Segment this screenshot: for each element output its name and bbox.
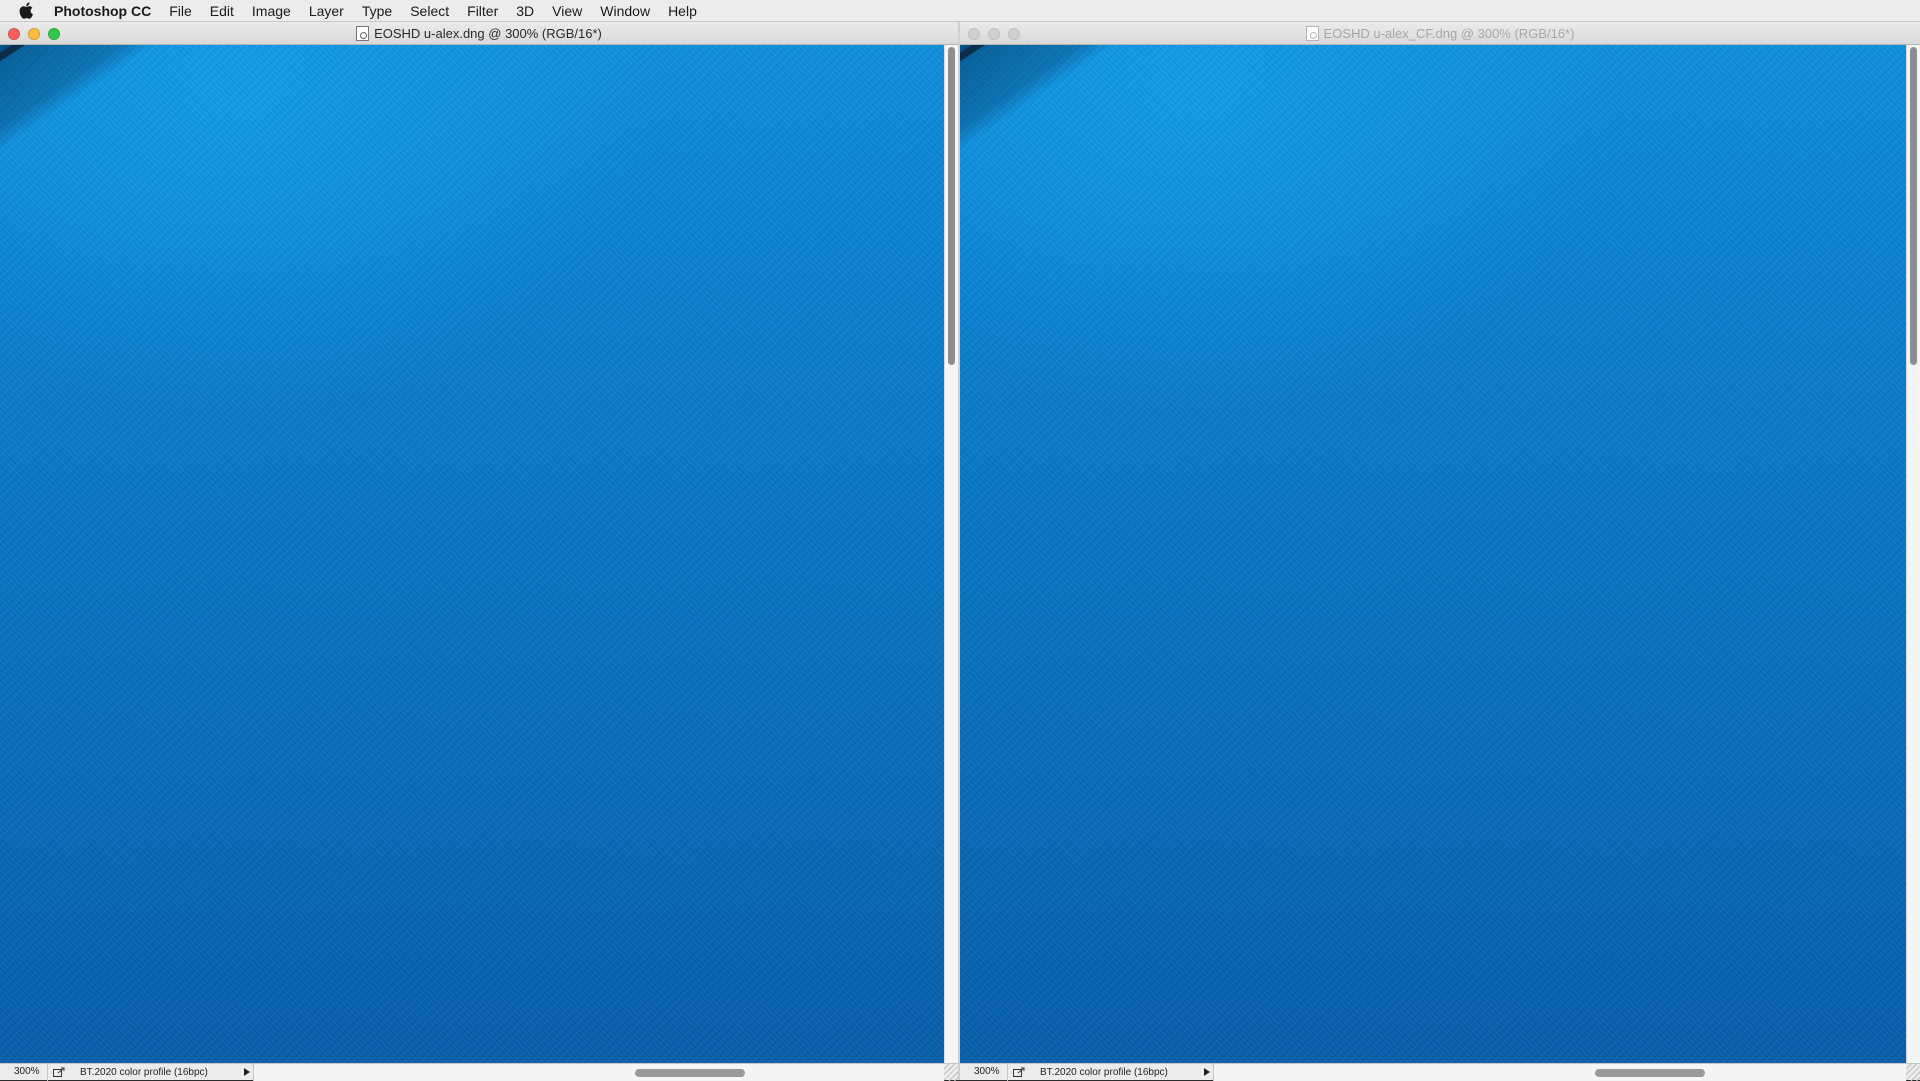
menu-edit[interactable]: Edit [201, 0, 243, 22]
image-canvas[interactable] [960, 45, 1906, 1063]
horizontal-scroll-thumb[interactable] [1595, 1068, 1705, 1077]
color-profile-info: BT.2020 color profile (16bpc) [1040, 1066, 1168, 1078]
horizontal-scroll-thumb[interactable] [635, 1068, 745, 1077]
status-menu-arrow-icon[interactable] [240, 1063, 254, 1081]
image-shadow-region [0, 45, 170, 165]
status-menu-arrow-icon[interactable] [1200, 1063, 1214, 1081]
horizontal-scrollbar[interactable] [254, 1063, 944, 1081]
export-icon[interactable] [48, 1064, 70, 1081]
document-icon [356, 26, 370, 41]
vertical-scrollbar[interactable] [1906, 45, 1920, 1063]
menu-filter[interactable]: Filter [458, 0, 507, 22]
window-title: EOSHD u-alex.dng @ 300% (RGB/16*) [0, 22, 958, 45]
document-icon [1305, 26, 1319, 41]
document-window-right: EOSHD u-alex_CF.dng @ 300% (RGB/16*) 300… [960, 22, 1920, 1081]
menu-window[interactable]: Window [591, 0, 659, 22]
menu-app-name[interactable]: Photoshop CC [52, 0, 160, 22]
status-bar: 300% BT.2020 color profile (16bpc) [0, 1063, 958, 1081]
status-bar: 300% BT.2020 color profile (16bpc) [960, 1063, 1920, 1081]
menu-help[interactable]: Help [659, 0, 706, 22]
image-shadow-region [960, 45, 1130, 165]
window-title: EOSHD u-alex_CF.dng @ 300% (RGB/16*) [960, 22, 1920, 45]
window-titlebar[interactable]: EOSHD u-alex.dng @ 300% (RGB/16*) [0, 22, 958, 45]
export-icon[interactable] [1008, 1064, 1030, 1081]
zoom-level[interactable]: 300% [0, 1063, 48, 1081]
menu-select[interactable]: Select [401, 0, 458, 22]
document-window-left: EOSHD u-alex.dng @ 300% (RGB/16*) 300% B… [0, 22, 958, 1081]
vertical-scroll-thumb[interactable] [1910, 47, 1917, 365]
menu-layer[interactable]: Layer [300, 0, 353, 22]
window-title-text: EOSHD u-alex.dng @ 300% (RGB/16*) [374, 26, 602, 41]
window-titlebar[interactable]: EOSHD u-alex_CF.dng @ 300% (RGB/16*) [960, 22, 1920, 45]
menu-image[interactable]: Image [243, 0, 300, 22]
window-title-text: EOSHD u-alex_CF.dng @ 300% (RGB/16*) [1323, 26, 1575, 41]
vertical-scroll-thumb[interactable] [948, 47, 955, 365]
menu-bar: Photoshop CC File Edit Image Layer Type … [0, 0, 1920, 22]
vertical-scrollbar[interactable] [944, 45, 958, 1063]
menu-3d[interactable]: 3D [507, 0, 543, 22]
zoom-level[interactable]: 300% [960, 1063, 1008, 1081]
resize-grip[interactable] [1906, 1063, 1920, 1081]
horizontal-scrollbar[interactable] [1214, 1063, 1906, 1081]
resize-grip[interactable] [944, 1063, 958, 1081]
menu-view[interactable]: View [543, 0, 591, 22]
menu-type[interactable]: Type [353, 0, 401, 22]
color-profile-info: BT.2020 color profile (16bpc) [80, 1066, 208, 1078]
image-canvas[interactable] [0, 45, 944, 1063]
apple-logo-icon[interactable] [0, 0, 52, 22]
menu-file[interactable]: File [160, 0, 201, 22]
